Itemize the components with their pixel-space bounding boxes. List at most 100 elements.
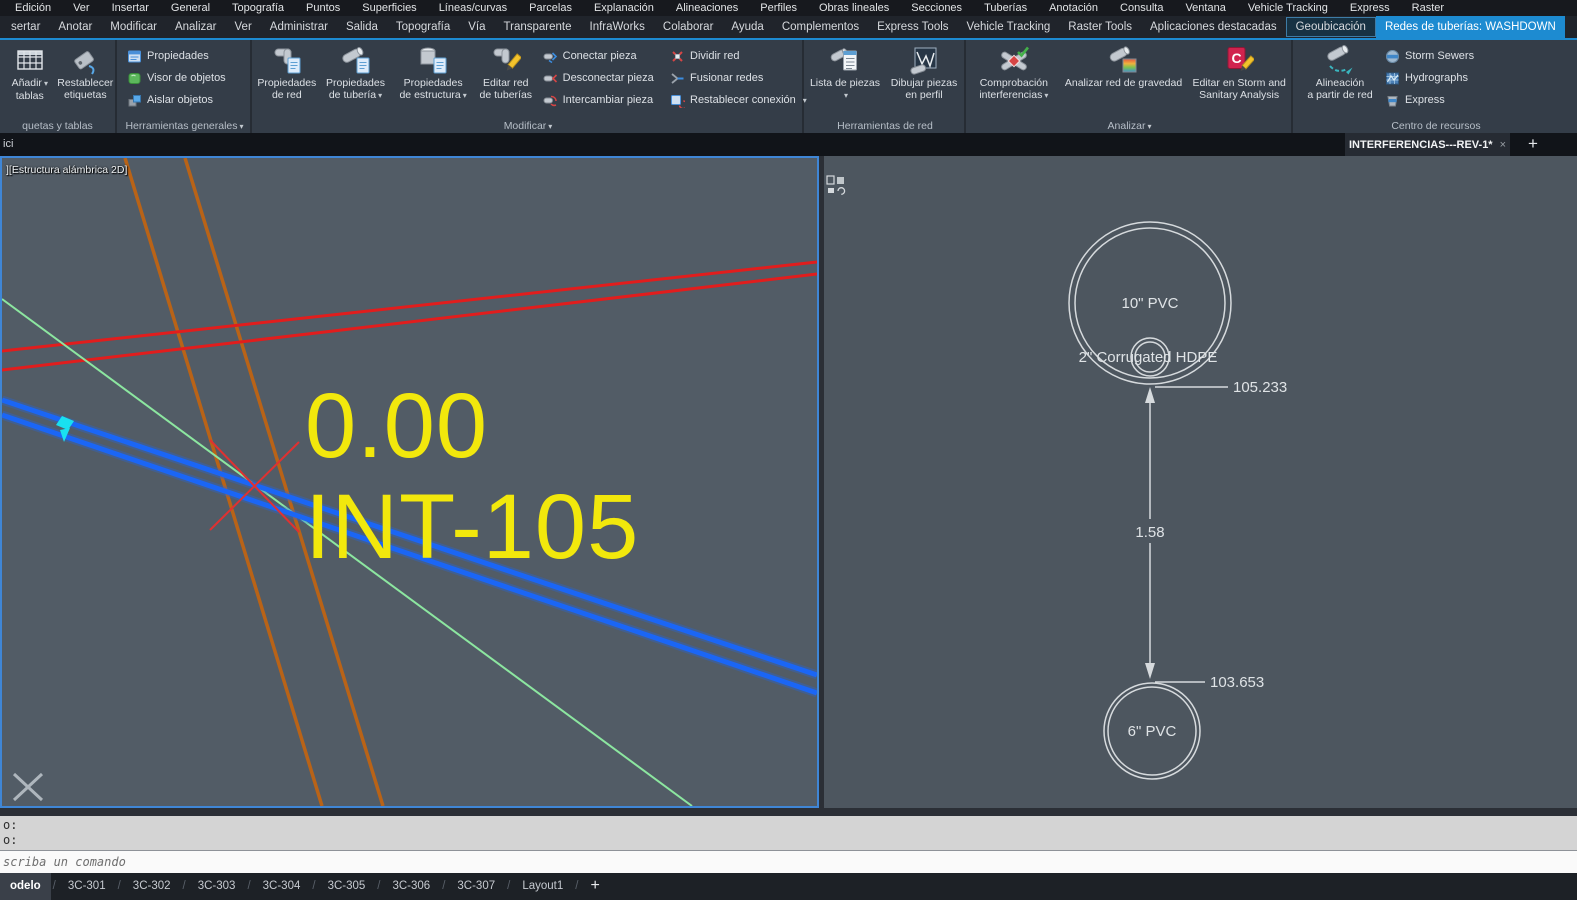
ribbon-tab-aplicaciones-destacadas[interactable]: Aplicaciones destacadas bbox=[1141, 16, 1286, 38]
menu-item-superficies[interactable]: Superficies bbox=[351, 0, 427, 16]
menu-item-secciones[interactable]: Secciones bbox=[900, 0, 973, 16]
hydrographs-button[interactable]: Hydrographs bbox=[1379, 67, 1509, 89]
viewport-controls-label[interactable]: ][Estructura alámbrica 2D] bbox=[6, 164, 127, 176]
menu-item-insertar[interactable]: Insertar bbox=[101, 0, 160, 16]
menu-item-parcelas[interactable]: Parcelas bbox=[518, 0, 583, 16]
parts-list-button[interactable]: Lista de piezas ▾ bbox=[806, 42, 884, 115]
chevron-down-icon: ▾ bbox=[463, 91, 467, 100]
ribbon-tab-salida[interactable]: Salida bbox=[337, 16, 387, 38]
clearance-distance-value: 1.58 bbox=[1135, 524, 1164, 541]
connect-part-button[interactable]: Conectar pieza bbox=[537, 45, 664, 67]
menu-item-puntos[interactable]: Puntos bbox=[295, 0, 351, 16]
pipe-10in-label: 10" PVC bbox=[1121, 295, 1178, 312]
ribbon-tab-topografi-a[interactable]: Topografía bbox=[387, 16, 459, 38]
ribbon-tab-redes-de-tuberi-as-washdown[interactable]: Redes de tuberías: WASHDOWN bbox=[1376, 16, 1565, 38]
command-history-line: o: bbox=[3, 818, 1577, 833]
object-viewer-button[interactable]: Visor de objetos bbox=[121, 67, 250, 89]
layout-tab-bar: odelo/3C-301/3C-302/3C-303/3C-304/3C-305… bbox=[0, 873, 1577, 900]
menu-item-topografi-a[interactable]: Topografía bbox=[221, 0, 295, 16]
menu-item-obras-lineales[interactable]: Obras lineales bbox=[808, 0, 900, 16]
ribbon-tab-infraworks[interactable]: InfraWorks bbox=[581, 16, 654, 38]
menu-item-tuberi-as[interactable]: Tuberías bbox=[973, 0, 1038, 16]
ribbon-tab-transparente[interactable]: Transparente bbox=[495, 16, 581, 38]
storm-sewers-button[interactable]: Storm Sewers bbox=[1379, 45, 1509, 67]
edit-pipe-network-button[interactable]: Editar red de tuberías bbox=[475, 42, 537, 115]
merge-networks-icon bbox=[670, 71, 685, 86]
ribbon-tab-ver[interactable]: Ver bbox=[226, 16, 261, 38]
interference-check-button[interactable]: Comprobación interferencias▾ bbox=[968, 42, 1060, 115]
alignment-from-network-button[interactable]: Alineación a partir de red bbox=[1301, 42, 1379, 115]
isolate-objects-button[interactable]: Aislar objetos bbox=[121, 89, 250, 111]
menu-item-express[interactable]: Express bbox=[1339, 0, 1401, 16]
layout-tab-3c-307[interactable]: 3C-307 bbox=[447, 873, 505, 900]
close-icon[interactable]: × bbox=[1500, 139, 1506, 151]
express-button[interactable]: Express bbox=[1379, 89, 1509, 111]
edit-in-storm-sanitary-button[interactable]: Editar en Storm and Sanitary Analysis bbox=[1187, 42, 1291, 115]
viewport-plan[interactable]: ][Estructura alámbrica 2D] 0.00 INT-105 bbox=[0, 156, 819, 808]
ribbon-tab-colaborar[interactable]: Colaborar bbox=[654, 16, 723, 38]
network-properties-button[interactable]: Propiedades de red bbox=[254, 42, 320, 115]
file-tab-bar: ici INTERFERENCIAS---REV-1* × + bbox=[0, 133, 1577, 156]
table-icon bbox=[15, 45, 45, 75]
ribbon-tab-anotar[interactable]: Anotar bbox=[49, 16, 101, 38]
menu-item-edicio-n[interactable]: Edición bbox=[4, 0, 62, 16]
isolate-objects-icon bbox=[127, 93, 142, 108]
menu-item-anotacio-n[interactable]: Anotación bbox=[1038, 0, 1109, 16]
menu-item-general[interactable]: General bbox=[160, 0, 221, 16]
ribbon-tab-modificar[interactable]: Modificar bbox=[101, 16, 166, 38]
ribbon-tab-administrar[interactable]: Administrar bbox=[261, 16, 337, 38]
viewport-status-icons[interactable] bbox=[826, 175, 846, 195]
ribbon-tab-vi-a[interactable]: Vía bbox=[459, 16, 494, 38]
command-input[interactable]: scriba un comando bbox=[0, 851, 1577, 873]
pipe-properties-button[interactable]: Propiedades de tubería▾ bbox=[320, 42, 392, 115]
section-drawing-canvas[interactable]: 10" PVC 2" Corrugated HDPE 105.233 1.58 … bbox=[824, 156, 1577, 808]
ribbon-tab-complementos[interactable]: Complementos bbox=[773, 16, 868, 38]
swap-part-icon bbox=[543, 93, 558, 108]
chevron-down-icon: ▾ bbox=[378, 91, 382, 100]
properties-button[interactable]: Propiedades bbox=[121, 45, 250, 67]
layout-tab-odelo[interactable]: odelo bbox=[0, 873, 51, 900]
split-network-button[interactable]: Dividir red bbox=[664, 45, 802, 67]
ribbon-tab-sertar[interactable]: sertar bbox=[2, 16, 49, 38]
add-tables-button[interactable]: Añadir▾ tablas bbox=[4, 42, 56, 115]
menu-item-li-neas-curvas[interactable]: Líneas/curvas bbox=[428, 0, 518, 16]
structure-properties-button[interactable]: Propiedades de estructura▾ bbox=[391, 42, 475, 115]
layout-tab-layout1[interactable]: Layout1 bbox=[512, 873, 573, 900]
layout-tab-3c-306[interactable]: 3C-306 bbox=[382, 873, 440, 900]
menu-item-vehicle-tracking[interactable]: Vehicle Tracking bbox=[1237, 0, 1339, 16]
file-tab-inicio-partial[interactable]: ici bbox=[3, 133, 13, 156]
draw-parts-in-profile-button[interactable]: Dibujar piezas en perfil bbox=[884, 42, 964, 115]
ribbon-tab-raster-tools[interactable]: Raster Tools bbox=[1059, 16, 1141, 38]
reset-labels-button[interactable]: Restablecer etiquetas bbox=[56, 42, 115, 115]
new-drawing-tab-button[interactable]: + bbox=[1520, 133, 1546, 156]
layout-tab-3c-301[interactable]: 3C-301 bbox=[58, 873, 116, 900]
swap-part-button[interactable]: Intercambiar pieza bbox=[537, 89, 664, 111]
layout-tab-3c-302[interactable]: 3C-302 bbox=[123, 873, 181, 900]
alignment-from-network-label: Alineación bbox=[1316, 77, 1364, 89]
menu-item-ver[interactable]: Ver bbox=[62, 0, 101, 16]
disconnect-part-button[interactable]: Desconectar pieza bbox=[537, 67, 664, 89]
layout-tab-3c-305[interactable]: 3C-305 bbox=[318, 873, 376, 900]
ribbon-tabs: sertarAnotarModificarAnalizarVerAdminist… bbox=[2, 16, 1565, 38]
viewport-section[interactable]: 10" PVC 2" Corrugated HDPE 105.233 1.58 … bbox=[824, 156, 1577, 808]
layout-tab-3c-304[interactable]: 3C-304 bbox=[253, 873, 311, 900]
ribbon-tab-geoubicacio-n[interactable]: Geoubicación bbox=[1286, 17, 1376, 37]
menu-item-alineaciones[interactable]: Alineaciones bbox=[665, 0, 749, 16]
menu-item-raster[interactable]: Raster bbox=[1401, 0, 1455, 16]
ribbon-tab-vehicle-tracking[interactable]: Vehicle Tracking bbox=[958, 16, 1060, 38]
ribbon-tab-express-tools[interactable]: Express Tools bbox=[868, 16, 957, 38]
panel-title: Modificar▾ bbox=[254, 120, 802, 132]
file-tab-active[interactable]: INTERFERENCIAS---REV-1* × bbox=[1345, 133, 1510, 156]
menu-item-perfiles[interactable]: Perfiles bbox=[749, 0, 808, 16]
analyze-gravity-network-button[interactable]: Analizar red de gravedad bbox=[1060, 42, 1188, 115]
ribbon-tab-analizar[interactable]: Analizar bbox=[166, 16, 226, 38]
merge-networks-button[interactable]: Fusionar redes bbox=[664, 67, 802, 89]
new-layout-button[interactable]: + bbox=[580, 873, 609, 900]
menu-item-consulta[interactable]: Consulta bbox=[1109, 0, 1174, 16]
ribbon-tab-ayuda[interactable]: Ayuda bbox=[722, 16, 772, 38]
layout-tab-3c-303[interactable]: 3C-303 bbox=[188, 873, 246, 900]
object-viewer-icon bbox=[127, 71, 142, 86]
menu-item-explanacio-n[interactable]: Explanación bbox=[583, 0, 665, 16]
reset-connection-button[interactable]: Restablecer conexión ▾ bbox=[664, 89, 802, 111]
menu-item-ventana[interactable]: Ventana bbox=[1174, 0, 1236, 16]
